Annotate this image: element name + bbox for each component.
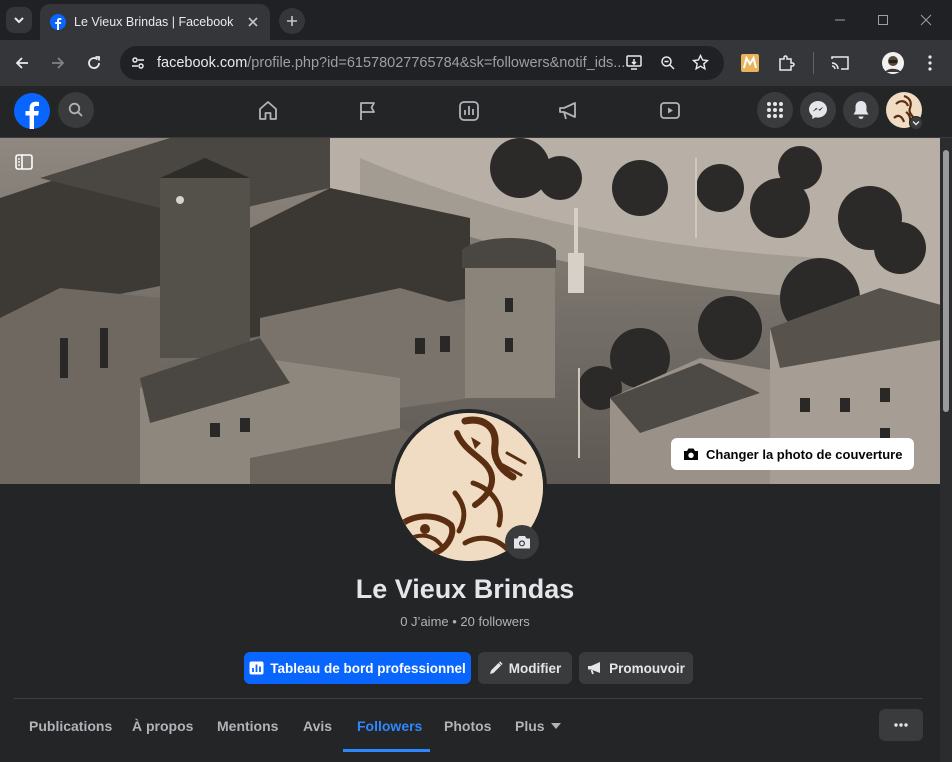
edit-page-label: Modifier bbox=[508, 660, 562, 676]
chart-icon bbox=[459, 101, 479, 121]
extension-m-button[interactable] bbox=[735, 48, 765, 78]
maximize-icon bbox=[878, 15, 888, 25]
browser-tab-strip: Le Vieux Brindas | Facebook bbox=[0, 0, 952, 40]
change-cover-photo-label: Changer la photo de couverture bbox=[706, 446, 903, 462]
scrollbar-thumb[interactable] bbox=[943, 150, 949, 412]
plus-icon bbox=[287, 16, 297, 26]
profile-avatar-icon bbox=[882, 52, 904, 74]
kebab-menu-icon bbox=[928, 55, 932, 71]
tab-photos[interactable]: Photos bbox=[444, 708, 491, 744]
more-options-button[interactable] bbox=[879, 709, 923, 741]
ellipsis-icon bbox=[894, 723, 908, 727]
profile-button[interactable] bbox=[878, 48, 908, 78]
extensions-button[interactable] bbox=[771, 48, 801, 78]
nav-ads[interactable] bbox=[554, 96, 584, 126]
tab-about[interactable]: À propos bbox=[132, 708, 193, 744]
facebook-favicon-icon bbox=[50, 14, 66, 30]
tabs-divider bbox=[14, 698, 923, 699]
facebook-logo[interactable] bbox=[14, 93, 50, 129]
minimize-icon bbox=[835, 19, 845, 21]
extension-m-icon bbox=[741, 54, 759, 72]
close-window-button[interactable] bbox=[916, 10, 936, 30]
notifications-button[interactable] bbox=[843, 92, 879, 128]
tab-more-label: Plus bbox=[515, 718, 545, 734]
update-profile-picture-button[interactable] bbox=[505, 525, 539, 559]
facebook-f-icon bbox=[25, 101, 39, 129]
edit-page-button[interactable]: Modifier bbox=[478, 652, 572, 684]
nav-video[interactable] bbox=[655, 96, 685, 126]
grid-menu-icon bbox=[767, 102, 783, 118]
nav-home[interactable] bbox=[253, 96, 283, 126]
account-menu-chevron[interactable] bbox=[909, 116, 923, 130]
flag-icon bbox=[360, 102, 375, 120]
tab-search-button[interactable] bbox=[6, 7, 32, 33]
install-app-icon[interactable] bbox=[626, 55, 644, 71]
panel-toggle-icon bbox=[15, 154, 33, 170]
maximize-button[interactable] bbox=[873, 10, 893, 30]
tab-mentions[interactable]: Mentions bbox=[217, 708, 278, 744]
page-stats: 0 J’aime • 20 followers bbox=[400, 614, 530, 629]
tab-followers[interactable]: Followers bbox=[357, 708, 422, 744]
reload-button[interactable] bbox=[79, 48, 109, 78]
browser-toolbar: facebook.com/profile.php?id=615780277657… bbox=[0, 40, 952, 86]
chrome-menu-button[interactable] bbox=[915, 48, 945, 78]
pencil-icon bbox=[489, 661, 503, 674]
close-icon bbox=[920, 14, 932, 26]
megaphone-icon bbox=[588, 662, 601, 675]
home-icon bbox=[259, 101, 277, 120]
facebook-header bbox=[0, 86, 952, 138]
caret-down-icon bbox=[550, 723, 561, 729]
chart-icon bbox=[249, 661, 264, 675]
sidebar-toggle-button[interactable] bbox=[14, 152, 34, 172]
menu-button[interactable] bbox=[757, 92, 793, 128]
back-button[interactable] bbox=[7, 48, 37, 78]
tab-more[interactable]: Plus bbox=[515, 708, 561, 744]
url-text: facebook.com/profile.php?id=615780277657… bbox=[157, 55, 626, 71]
tab-reviews[interactable]: Avis bbox=[303, 708, 332, 744]
professional-dashboard-label: Tableau de bord professionnel bbox=[270, 660, 466, 676]
reload-icon bbox=[88, 56, 100, 69]
video-icon bbox=[660, 102, 680, 119]
professional-dashboard-button[interactable]: Tableau de bord professionnel bbox=[244, 652, 471, 684]
active-tab-indicator bbox=[343, 749, 430, 752]
bookmark-star-icon[interactable] bbox=[692, 54, 709, 71]
arrow-right-icon bbox=[52, 57, 65, 69]
tab-publications[interactable]: Publications bbox=[29, 708, 112, 744]
site-info-icon bbox=[132, 57, 144, 69]
tab-title: Le Vieux Brindas | Facebook bbox=[74, 15, 234, 29]
zoom-icon[interactable] bbox=[660, 55, 676, 71]
cast-button[interactable] bbox=[825, 48, 855, 78]
promote-label: Promouvoir bbox=[609, 660, 685, 676]
nav-insights[interactable] bbox=[454, 96, 484, 126]
address-bar[interactable]: facebook.com/profile.php?id=615780277657… bbox=[120, 46, 724, 80]
camera-icon bbox=[684, 448, 698, 460]
browser-tab[interactable]: Le Vieux Brindas | Facebook bbox=[40, 4, 270, 40]
chevron-down-icon bbox=[912, 121, 920, 126]
messenger-icon bbox=[809, 101, 827, 119]
page-title: Le Vieux Brindas bbox=[355, 574, 575, 604]
new-tab-button[interactable] bbox=[279, 8, 305, 34]
promote-button[interactable]: Promouvoir bbox=[579, 652, 693, 684]
messenger-button[interactable] bbox=[800, 92, 836, 128]
close-tab-icon[interactable] bbox=[244, 13, 262, 31]
toolbar-separator bbox=[813, 52, 814, 74]
cast-icon bbox=[831, 56, 849, 70]
camera-icon bbox=[514, 536, 530, 549]
arrow-left-icon bbox=[15, 57, 28, 69]
forward-button[interactable] bbox=[43, 48, 73, 78]
minimize-button[interactable] bbox=[830, 10, 850, 30]
puzzle-icon bbox=[779, 55, 795, 71]
bell-icon bbox=[853, 101, 869, 119]
megaphone-icon bbox=[559, 102, 576, 120]
search-icon bbox=[68, 102, 83, 117]
nav-pages[interactable] bbox=[353, 96, 383, 126]
change-cover-photo-button[interactable]: Changer la photo de couverture bbox=[671, 438, 915, 470]
facebook-search-button[interactable] bbox=[58, 92, 94, 128]
chevron-down-icon bbox=[14, 17, 24, 24]
